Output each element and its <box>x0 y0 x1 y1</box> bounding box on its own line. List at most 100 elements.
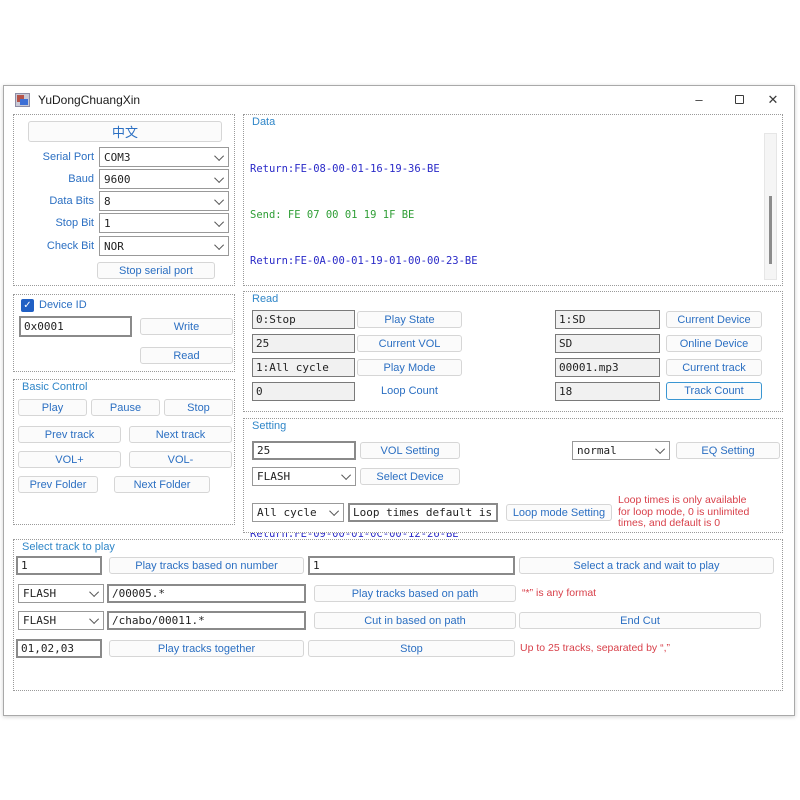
pause-button[interactable]: Pause <box>91 399 160 416</box>
current-track-field[interactable]: 00001.mp3 <box>555 358 660 377</box>
current-vol-field[interactable]: 25 <box>252 334 355 353</box>
title-bar: YuDongChuangXin – ✕ <box>4 86 794 113</box>
loop-count-field[interactable]: 0 <box>252 382 355 401</box>
device-id-write-button[interactable]: Write <box>140 318 233 335</box>
loop-count-label: Loop Count <box>357 385 462 397</box>
select-track-panel: Select track to play 1 Play tracks based… <box>13 539 783 691</box>
serial-port-value: COM3 <box>104 151 131 164</box>
minimize-button[interactable]: – <box>682 86 716 113</box>
device-select[interactable]: FLASH <box>252 467 356 486</box>
current-device-field[interactable]: 1:SD <box>555 310 660 329</box>
chevron-down-icon <box>214 217 224 227</box>
baud-label: Baud <box>14 173 94 185</box>
setting-panel-title: Setting <box>250 420 288 432</box>
check-bit-select[interactable]: NOR <box>99 236 229 256</box>
stop-together-button[interactable]: Stop <box>308 640 515 657</box>
play-by-path-button[interactable]: Play tracks based on path <box>314 585 516 602</box>
loop-times-input[interactable]: Loop times default is 0 <box>348 503 498 522</box>
current-track-button[interactable]: Current track <box>666 359 762 376</box>
next-track-button[interactable]: Next track <box>129 426 232 443</box>
vol-down-button[interactable]: VOL- <box>129 451 232 468</box>
track-list-note: Up to 25 tracks, separated by “,” <box>520 643 670 655</box>
serial-port-select[interactable]: COM3 <box>99 147 229 167</box>
language-toggle-button[interactable]: 中文 <box>28 121 222 142</box>
track-list-input[interactable]: 01,02,03 <box>16 639 102 658</box>
play-mode-button[interactable]: Play Mode <box>357 359 462 376</box>
track-count-field[interactable]: 18 <box>555 382 660 401</box>
stop-bit-label: Stop Bit <box>14 217 94 229</box>
log-line-return: Return:FE-08-00-01-16-19-36-BE <box>250 162 591 177</box>
prev-track-button[interactable]: Prev track <box>18 426 121 443</box>
track-count-button[interactable]: Track Count <box>666 382 762 400</box>
track-number-input[interactable]: 1 <box>16 556 102 575</box>
cut-device-value: FLASH <box>23 614 56 627</box>
eq-select[interactable]: normal <box>572 441 670 460</box>
data-log-panel: Data Return:FE-08-00-01-16-19-36-BE Send… <box>243 114 783 286</box>
loop-mode-value: All cycle <box>257 506 317 519</box>
loop-mode-select[interactable]: All cycle <box>252 503 344 522</box>
chevron-down-icon <box>89 587 99 597</box>
chevron-down-icon <box>341 470 351 480</box>
baud-select[interactable]: 9600 <box>99 169 229 189</box>
check-bit-value: NOR <box>104 240 124 253</box>
baud-value: 9600 <box>104 173 131 186</box>
play-by-number-button[interactable]: Play tracks based on number <box>109 557 304 574</box>
stop-button[interactable]: Stop <box>164 399 233 416</box>
close-button[interactable]: ✕ <box>756 86 790 113</box>
loop-mode-setting-button[interactable]: Loop mode Setting <box>506 504 612 521</box>
path-device-value: FLASH <box>23 587 56 600</box>
device-id-label: Device ID <box>39 299 87 311</box>
prev-folder-button[interactable]: Prev Folder <box>18 476 98 493</box>
vol-setting-button[interactable]: VOL Setting <box>360 442 460 459</box>
window-title: YuDongChuangXin <box>38 93 140 107</box>
play-together-button[interactable]: Play tracks together <box>109 640 304 657</box>
scrollbar[interactable] <box>764 133 777 280</box>
path-device-select[interactable]: FLASH <box>18 584 104 603</box>
stop-bit-value: 1 <box>104 217 111 230</box>
data-bits-value: 8 <box>104 195 111 208</box>
cut-path-input[interactable]: /chabo/00011.* <box>107 611 306 630</box>
cut-device-select[interactable]: FLASH <box>18 611 104 630</box>
select-device-button[interactable]: Select Device <box>360 468 460 485</box>
app-window: YuDongChuangXin – ✕ 中文 Serial Port COM3 … <box>3 85 795 716</box>
data-bits-label: Data Bits <box>14 195 94 207</box>
minimize-icon: – <box>695 92 702 107</box>
device-id-checkbox[interactable]: ✓ <box>21 299 34 312</box>
select-and-wait-button[interactable]: Select a track and wait to play <box>519 557 774 574</box>
check-icon: ✓ <box>23 300 31 311</box>
path-input[interactable]: /00005.* <box>107 584 306 603</box>
device-id-input[interactable]: 0x0001 <box>19 316 132 337</box>
vol-up-button[interactable]: VOL+ <box>18 451 121 468</box>
device-id-read-button[interactable]: Read <box>140 347 233 364</box>
wait-track-input[interactable]: 1 <box>308 556 515 575</box>
play-mode-field[interactable]: 1:All cycle <box>252 358 355 377</box>
end-cut-button[interactable]: End Cut <box>519 612 761 629</box>
play-button[interactable]: Play <box>18 399 87 416</box>
play-state-button[interactable]: Play State <box>357 311 462 328</box>
eq-setting-button[interactable]: EQ Setting <box>676 442 780 459</box>
chevron-down-icon <box>214 240 224 250</box>
log-line-return: Return:FE-0A-00-01-19-01-00-00-23-BE <box>250 254 591 269</box>
online-device-field[interactable]: SD <box>555 334 660 353</box>
scrollbar-thumb[interactable] <box>769 196 772 264</box>
current-device-button[interactable]: Current Device <box>666 311 762 328</box>
play-state-field[interactable]: 0:Stop <box>252 310 355 329</box>
select-track-title: Select track to play <box>20 541 117 553</box>
serial-port-label: Serial Port <box>14 151 94 163</box>
chevron-down-icon <box>214 173 224 183</box>
chevron-down-icon <box>89 614 99 624</box>
current-vol-button[interactable]: Current VOL <box>357 335 462 352</box>
online-device-button[interactable]: Online Device <box>666 335 762 352</box>
next-folder-button[interactable]: Next Folder <box>114 476 210 493</box>
stop-serial-port-button[interactable]: Stop serial port <box>97 262 215 279</box>
chevron-down-icon <box>329 506 339 516</box>
maximize-button[interactable] <box>722 86 756 113</box>
close-icon: ✕ <box>768 92 779 108</box>
cut-in-by-path-button[interactable]: Cut in based on path <box>314 612 516 629</box>
connection-panel: 中文 Serial Port COM3 Baud 9600 Data Bits … <box>13 114 235 286</box>
check-bit-label: Check Bit <box>14 240 94 252</box>
data-bits-select[interactable]: 8 <box>99 191 229 211</box>
stop-bit-select[interactable]: 1 <box>99 213 229 233</box>
device-value: FLASH <box>257 470 290 483</box>
vol-setting-input[interactable]: 25 <box>252 441 356 460</box>
